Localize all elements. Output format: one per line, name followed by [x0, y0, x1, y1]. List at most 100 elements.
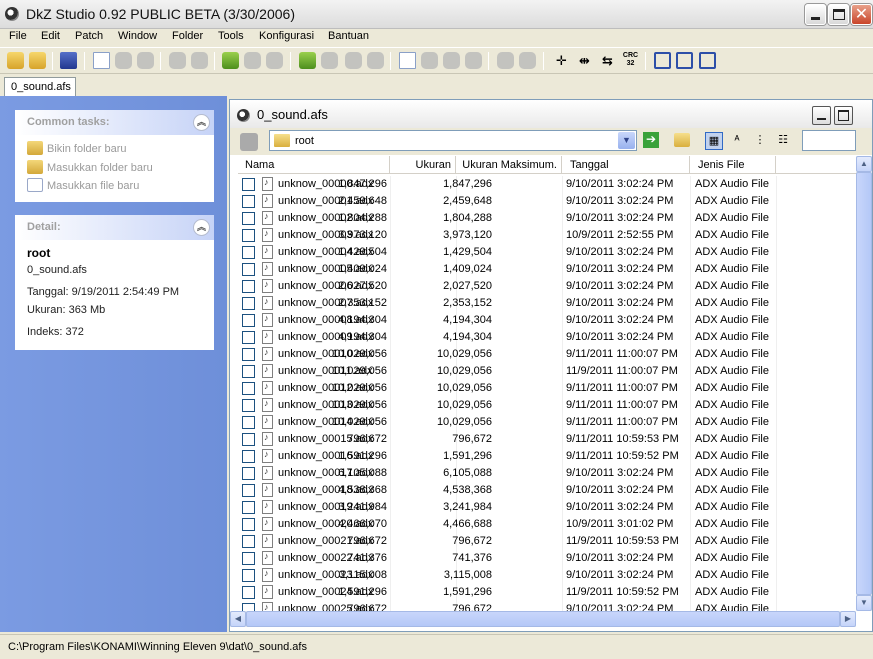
import-icon[interactable] — [222, 52, 239, 69]
menu-patch[interactable]: Patch — [75, 30, 103, 42]
row-checkbox[interactable] — [242, 195, 255, 208]
table-row[interactable]: unknow_00015.adx796,672796,6729/11/2011 … — [238, 431, 856, 448]
common-tasks-header[interactable]: Common tasks: ︽ — [15, 110, 214, 135]
row-checkbox[interactable] — [242, 229, 255, 242]
row-checkbox[interactable] — [242, 212, 255, 225]
row-checkbox[interactable] — [242, 331, 255, 344]
table-row[interactable]: unknow_00008.adx4,194,3044,194,3049/10/2… — [238, 312, 856, 329]
small-icons-view-icon[interactable]: ᴬ — [728, 132, 746, 150]
scroll-thumb[interactable] — [856, 172, 872, 595]
minimize-button[interactable] — [805, 4, 826, 25]
row-checkbox[interactable] — [242, 484, 255, 497]
col-jenis-file[interactable]: Jenis File — [690, 156, 776, 174]
list-view-icon[interactable]: ⋮ — [751, 132, 769, 150]
task-new-folder[interactable]: Bikin folder baru — [27, 141, 127, 155]
table-row[interactable]: unknow_00004.adx1,429,5041,429,5049/10/2… — [238, 244, 856, 261]
row-checkbox[interactable] — [242, 501, 255, 514]
close-button[interactable]: ✕ — [851, 4, 872, 25]
row-checkbox[interactable] — [242, 382, 255, 395]
row-checkbox[interactable] — [242, 365, 255, 378]
table-row[interactable]: unknow_00022.adx741,376741,3769/10/2011 … — [238, 550, 856, 567]
open-folder-icon[interactable] — [674, 133, 690, 147]
row-checkbox[interactable] — [242, 518, 255, 531]
maximize-button[interactable] — [828, 4, 849, 25]
explorer-minimize-button[interactable] — [812, 106, 831, 125]
row-checkbox[interactable] — [242, 399, 255, 412]
table-row[interactable]: unknow_00016.adx1,591,2961,591,2969/11/2… — [238, 448, 856, 465]
cascade-icon[interactable] — [654, 52, 671, 69]
row-checkbox[interactable] — [242, 467, 255, 480]
row-checkbox[interactable] — [242, 416, 255, 429]
patch-apply-icon[interactable] — [345, 52, 362, 69]
row-checkbox[interactable] — [242, 433, 255, 446]
menu-tools[interactable]: Tools — [218, 30, 244, 42]
row-checkbox[interactable] — [242, 535, 255, 548]
row-checkbox[interactable] — [242, 552, 255, 565]
menu-file[interactable]: File — [9, 30, 27, 42]
table-row[interactable]: unknow_00010.adx10,029,05610,029,0569/11… — [238, 346, 856, 363]
menu-window[interactable]: Window — [118, 30, 157, 42]
table-row[interactable]: unknow_00005.adx1,409,0241,409,0249/10/2… — [238, 261, 856, 278]
table-row[interactable]: unknow_00024.adx1,591,2961,591,29611/9/2… — [238, 584, 856, 601]
table-row[interactable]: unknow_00000.adx1,847,2961,847,2969/10/2… — [238, 176, 856, 193]
save-icon[interactable] — [60, 52, 77, 69]
up-folder-icon[interactable] — [240, 133, 258, 151]
row-checkbox[interactable] — [242, 297, 255, 310]
menu-folder[interactable]: Folder — [172, 30, 203, 42]
table-row[interactable]: unknow_00017.adx6,105,0886,105,0889/10/2… — [238, 465, 856, 482]
compress-icon[interactable] — [497, 52, 514, 69]
tile-vertical-icon[interactable] — [699, 52, 716, 69]
col-ukuran-maksimum[interactable]: Ukuran Maksimum. — [456, 156, 562, 174]
scroll-left-icon[interactable]: ◀ — [230, 611, 246, 627]
table-row[interactable]: unknow_00007.adx2,353,1522,353,1529/10/2… — [238, 295, 856, 312]
crc32-icon[interactable]: CRC 32 — [622, 52, 639, 69]
collapse-chevron-icon[interactable]: ︽ — [193, 114, 210, 131]
row-checkbox[interactable] — [242, 314, 255, 327]
scroll-up-icon[interactable]: ▲ — [856, 156, 872, 172]
tile-horizontal-icon[interactable] — [676, 52, 693, 69]
table-row[interactable]: unknow_00023.adx3,115,0083,115,0089/10/2… — [238, 567, 856, 584]
table-row[interactable]: unknow_00019.adx3,241,9843,241,9849/10/2… — [238, 499, 856, 516]
table-row[interactable]: unknow_00013.adx10,029,05610,029,0569/11… — [238, 397, 856, 414]
table-row[interactable]: unknow_00012.adx10,029,05610,029,0569/11… — [238, 380, 856, 397]
row-checkbox[interactable] — [242, 603, 255, 611]
horizontal-scrollbar[interactable]: ◀ ▶ — [230, 611, 856, 627]
scroll-thumb[interactable] — [246, 611, 840, 627]
go-arrow-icon[interactable]: ➔ — [643, 132, 659, 148]
explorer-maximize-button[interactable] — [834, 106, 853, 125]
delete-icon[interactable] — [169, 52, 186, 69]
chevron-down-icon[interactable]: ▼ — [618, 132, 635, 149]
resize-vertical-icon[interactable]: ⇆ — [599, 52, 616, 69]
properties-icon[interactable] — [399, 52, 416, 69]
table-row[interactable]: unknow_00018.adx4,538,3684,538,3689/10/2… — [238, 482, 856, 499]
patch-export-icon[interactable] — [321, 52, 338, 69]
copy-icon[interactable] — [115, 52, 132, 69]
paste-icon[interactable] — [137, 52, 154, 69]
extract-icon[interactable] — [266, 52, 283, 69]
row-checkbox[interactable] — [242, 280, 255, 293]
table-row[interactable]: unknow_00025.adx796,672796,6729/10/2011 … — [238, 601, 856, 611]
table-row[interactable]: unknow_00014.adx10,029,05610,029,0569/11… — [238, 414, 856, 431]
vertical-scrollbar[interactable]: ▲ ▼ — [856, 156, 872, 611]
row-checkbox[interactable] — [242, 178, 255, 191]
menu-konfigurasi[interactable]: Konfigurasi — [259, 30, 314, 42]
details-view-icon[interactable]: ▦ — [705, 132, 723, 150]
tab-0-sound-afs[interactable]: 0_sound.afs — [4, 77, 76, 96]
open-file-icon[interactable] — [29, 52, 46, 69]
tools-icon[interactable] — [465, 52, 482, 69]
view-icon[interactable] — [421, 52, 438, 69]
collapse-chevron-icon[interactable]: ︽ — [193, 219, 210, 236]
task-import-folder[interactable]: Masukkan folder baru — [27, 160, 153, 174]
row-checkbox[interactable] — [242, 450, 255, 463]
table-row[interactable]: unknow_00020.adx4,466,0704,466,68810/9/2… — [238, 516, 856, 533]
menu-bantuan[interactable]: Bantuan — [328, 30, 369, 42]
detail-header[interactable]: Detail: ︽ — [15, 215, 214, 240]
table-row[interactable]: unknow_00002.adx1,804,2881,804,2889/10/2… — [238, 210, 856, 227]
table-row[interactable]: unknow_00001.adx2,459,6482,459,6489/10/2… — [238, 193, 856, 210]
table-row[interactable]: unknow_00006.adx2,027,5202,027,5209/10/2… — [238, 278, 856, 295]
row-checkbox[interactable] — [242, 348, 255, 361]
document-icon[interactable] — [93, 52, 110, 69]
scroll-down-icon[interactable]: ▼ — [856, 595, 872, 611]
rename-icon[interactable] — [191, 52, 208, 69]
col-nama[interactable]: Nama — [238, 156, 390, 174]
